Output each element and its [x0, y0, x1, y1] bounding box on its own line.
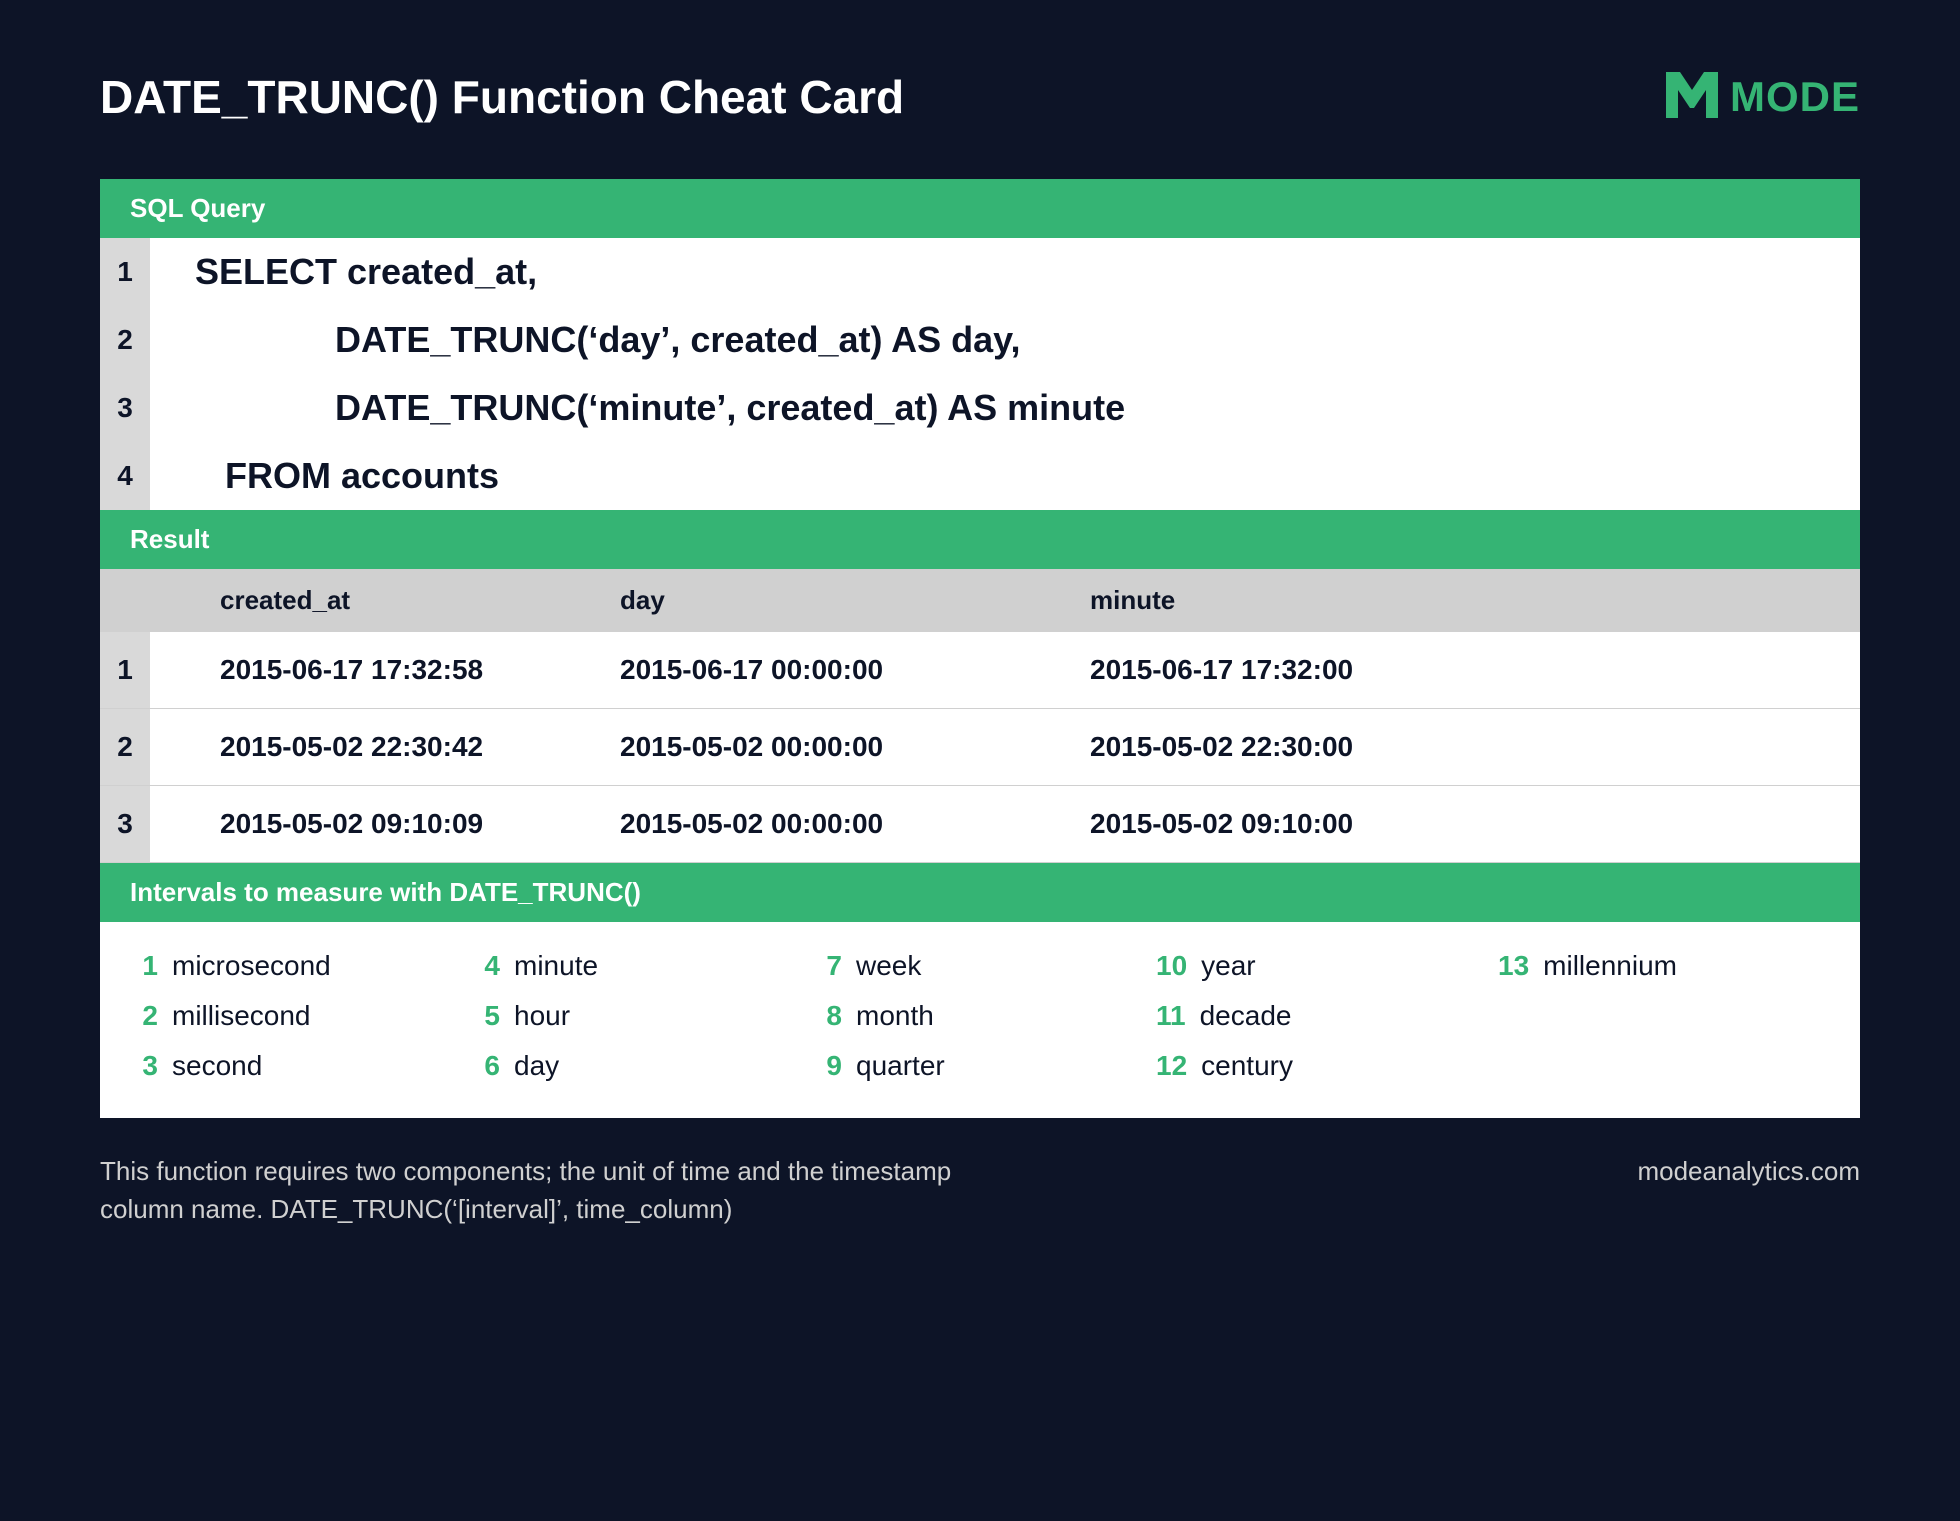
row-number: 2: [100, 709, 150, 785]
item-number: 1: [130, 950, 158, 982]
list-item: 13 millennium: [1498, 950, 1830, 982]
line-number: 1: [100, 238, 150, 306]
list-item: 11 decade: [1156, 1000, 1488, 1032]
footer-note: This function requires two components; t…: [100, 1153, 1000, 1228]
item-number: 4: [472, 950, 500, 982]
item-label: century: [1201, 1050, 1293, 1082]
list-item: 10 year: [1156, 950, 1488, 982]
sql-line: 2 DATE_TRUNC(‘day’, created_at) AS day,: [100, 306, 1860, 374]
sql-code: FROM accounts: [150, 455, 499, 497]
cell: 2015-05-02 22:30:42: [150, 709, 610, 785]
brand-logo: MODE: [1666, 72, 1860, 123]
sql-code: DATE_TRUNC(‘minute’, created_at) AS minu…: [150, 387, 1125, 429]
table-row: 2 2015-05-02 22:30:42 2015-05-02 00:00:0…: [100, 709, 1860, 786]
item-number: 9: [814, 1050, 842, 1082]
list-item: 5 hour: [472, 1000, 804, 1032]
cell: 2015-06-17 17:32:58: [150, 632, 610, 708]
table-row: 1 2015-06-17 17:32:58 2015-06-17 00:00:0…: [100, 632, 1860, 709]
line-number: 2: [100, 306, 150, 374]
list-item: 2 millisecond: [130, 1000, 462, 1032]
list-item: 4 minute: [472, 950, 804, 982]
mode-icon: [1666, 72, 1718, 123]
cell: 2015-05-02 09:10:00: [1080, 786, 1860, 862]
cell: 2015-05-02 00:00:00: [610, 709, 1080, 785]
item-number: 10: [1156, 950, 1187, 982]
brand-name: MODE: [1730, 73, 1860, 121]
item-number: 6: [472, 1050, 500, 1082]
item-label: millisecond: [172, 1000, 311, 1032]
list-item: 12 century: [1156, 1050, 1488, 1082]
row-number: 1: [100, 632, 150, 708]
item-label: day: [514, 1050, 559, 1082]
sql-block: 1 SELECT created_at, 2 DATE_TRUNC(‘day’,…: [100, 238, 1860, 510]
item-number: 5: [472, 1000, 500, 1032]
item-label: quarter: [856, 1050, 945, 1082]
cell: 2015-05-02 09:10:09: [150, 786, 610, 862]
item-number: 11: [1156, 1000, 1186, 1032]
list-item: 1 microsecond: [130, 950, 462, 982]
item-label: microsecond: [172, 950, 331, 982]
sql-line: 4 FROM accounts: [100, 442, 1860, 510]
item-label: year: [1201, 950, 1255, 982]
item-number: 8: [814, 1000, 842, 1032]
cell: 2015-05-02 00:00:00: [610, 786, 1080, 862]
item-label: second: [172, 1050, 262, 1082]
sql-line: 3 DATE_TRUNC(‘minute’, created_at) AS mi…: [100, 374, 1860, 442]
line-number: 4: [100, 442, 150, 510]
cell: 2015-06-17 00:00:00: [610, 632, 1080, 708]
item-label: millennium: [1543, 950, 1677, 982]
result-header-row: created_at day minute: [100, 569, 1860, 632]
column-header: created_at: [150, 569, 610, 632]
sql-code: DATE_TRUNC(‘day’, created_at) AS day,: [150, 319, 1021, 361]
item-number: 2: [130, 1000, 158, 1032]
cheat-card: SQL Query 1 SELECT created_at, 2 DATE_TR…: [100, 179, 1860, 1118]
row-number: 3: [100, 786, 150, 862]
list-item: 8 month: [814, 1000, 1146, 1032]
sql-code: SELECT created_at,: [150, 251, 537, 293]
row-number-blank: [100, 569, 150, 632]
item-label: hour: [514, 1000, 570, 1032]
footer-site: modeanalytics.com: [1637, 1153, 1860, 1228]
item-label: minute: [514, 950, 598, 982]
page-title: DATE_TRUNC() Function Cheat Card: [100, 70, 904, 124]
table-row: 3 2015-05-02 09:10:09 2015-05-02 00:00:0…: [100, 786, 1860, 863]
item-label: week: [856, 950, 921, 982]
sql-line: 1 SELECT created_at,: [100, 238, 1860, 306]
intervals-grid: 1 microsecond 2 millisecond 3 second 4 minut…: [100, 922, 1860, 1118]
item-number: 12: [1156, 1050, 1187, 1082]
column-header: minute: [1080, 569, 1860, 632]
intervals-section-header: Intervals to measure with DATE_TRUNC(): [100, 863, 1860, 922]
list-item: 9 quarter: [814, 1050, 1146, 1082]
column-header: day: [610, 569, 1080, 632]
item-number: 3: [130, 1050, 158, 1082]
list-item: 3 second: [130, 1050, 462, 1082]
list-item: 7 week: [814, 950, 1146, 982]
line-number: 3: [100, 374, 150, 442]
result-section-header: Result: [100, 510, 1860, 569]
cell: 2015-06-17 17:32:00: [1080, 632, 1860, 708]
item-label: decade: [1200, 1000, 1292, 1032]
sql-section-header: SQL Query: [100, 179, 1860, 238]
item-number: 7: [814, 950, 842, 982]
list-item: 6 day: [472, 1050, 804, 1082]
item-number: 13: [1498, 950, 1529, 982]
header: DATE_TRUNC() Function Cheat Card MODE: [100, 70, 1860, 124]
footer: This function requires two components; t…: [100, 1153, 1860, 1228]
item-label: month: [856, 1000, 934, 1032]
cell: 2015-05-02 22:30:00: [1080, 709, 1860, 785]
